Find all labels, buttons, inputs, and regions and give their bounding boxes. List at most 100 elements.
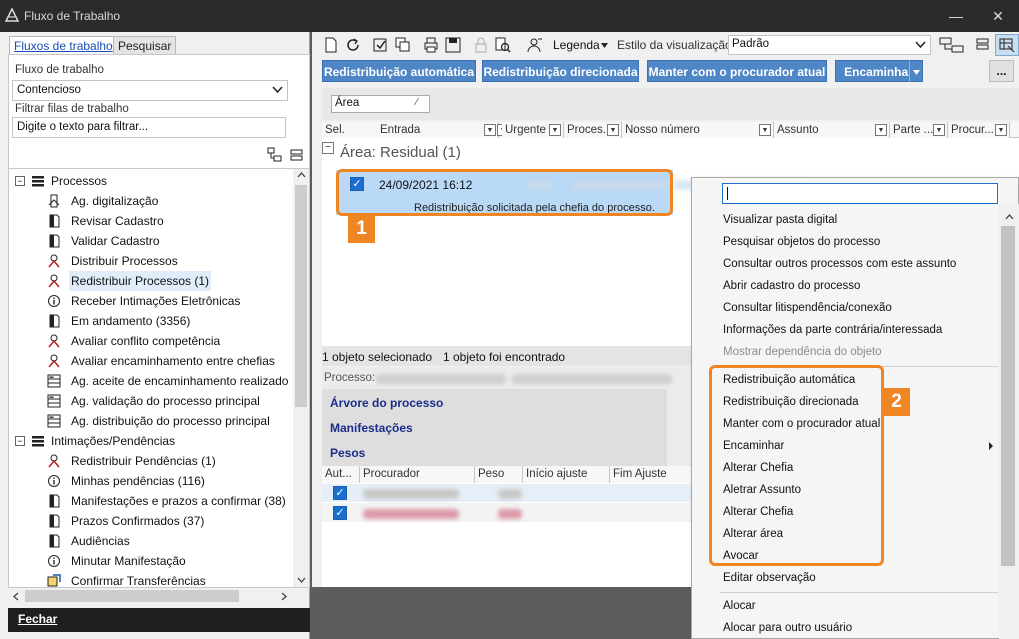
print-icon[interactable] <box>422 36 440 54</box>
column-header[interactable]: Entrada ▼ <box>377 122 499 138</box>
tree-hscroll-thumb[interactable] <box>25 590 239 602</box>
tree-item[interactable]: Redistribuir Processos (1) <box>9 271 293 291</box>
menu-scrollbar[interactable] <box>999 204 1019 639</box>
workflow-select[interactable]: Contencioso <box>12 80 288 101</box>
search-document-icon[interactable] <box>494 36 512 54</box>
document-icon <box>47 534 61 548</box>
tree-item-label: Revisar Cadastro <box>71 214 164 228</box>
tree-item[interactable]: − Intimações/Pendências <box>9 431 293 451</box>
tree-item[interactable]: Distribuir Processos <box>9 251 293 271</box>
column-filter-icon[interactable]: ▼ <box>484 124 496 136</box>
tree-item[interactable]: Ag. aceite de encaminhamento realizado <box>9 371 293 391</box>
collapse-tree-icon[interactable] <box>290 149 303 162</box>
auto-redistribution-button[interactable]: Redistribuição automática <box>322 60 476 82</box>
tree-item[interactable]: Em andamento (3356) <box>9 311 293 331</box>
check-list-icon[interactable] <box>372 36 390 54</box>
menu-item[interactable]: Editar observação <box>723 567 816 589</box>
tree-collapse-icon[interactable]: − <box>15 176 25 186</box>
close-button[interactable]: Fechar <box>8 608 310 632</box>
collapse-all-icon[interactable] <box>976 38 989 51</box>
column-filter-icon[interactable]: ▼ <box>995 124 1007 136</box>
directed-redistribution-button[interactable]: Redistribuição direcionada <box>482 60 639 82</box>
filter-input[interactable]: Digite o texto para filtrar... <box>12 117 286 138</box>
style-select[interactable]: Padrão <box>728 35 931 55</box>
tree-item[interactable]: Redistribuir Pendências (1) <box>9 451 293 471</box>
menu-item[interactable]: Alocar <box>723 595 756 617</box>
menu-item[interactable]: Alocar para outro usuário <box>723 617 852 639</box>
menu-item[interactable]: Pesquisar objetos do processo <box>723 231 880 253</box>
weights-column-header[interactable]: Peso <box>475 466 523 483</box>
scroll-up-icon[interactable] <box>1005 214 1014 220</box>
expand-tree-icon[interactable] <box>267 147 283 163</box>
tree-item[interactable]: Confirmar Transferências <box>9 571 293 587</box>
weights-link[interactable]: Pesos <box>330 446 365 460</box>
tree-item[interactable]: Validar Cadastro <box>9 231 293 251</box>
tree-item[interactable]: Ag. distribuição do processo principal <box>9 411 293 431</box>
tree-item[interactable]: Minutar Manifestação <box>9 551 293 571</box>
column-header[interactable]: Procur... ▼ <box>948 122 1010 138</box>
tree-item[interactable]: Minhas pendências (116) <box>9 471 293 491</box>
tab-pesquisar[interactable]: Pesquisar <box>113 36 177 54</box>
menu-item[interactable]: Visualizar pasta digital <box>723 209 837 231</box>
tab-fluxos[interactable]: Fluxos de trabalho <box>9 36 118 54</box>
column-header-label: Sel. <box>325 124 345 136</box>
tree-item[interactable]: Receber Intimações Eletrônicas <box>9 291 293 311</box>
weights-column-header[interactable]: Procurador <box>360 466 475 483</box>
forward-dropdown-button[interactable] <box>909 60 923 82</box>
group-chip[interactable]: Área ⁄ <box>331 95 430 113</box>
chevron-down-icon <box>272 86 283 94</box>
tree-item[interactable]: Audiências <box>9 531 293 551</box>
legend-dropdown[interactable]: Legenda <box>553 38 600 52</box>
column-filter-icon[interactable]: ▼ <box>607 124 619 136</box>
tree-item-label: Ag. aceite de encaminhamento realizado <box>71 374 289 388</box>
column-header[interactable]: Urgente ▼ <box>502 122 564 138</box>
column-filter-icon[interactable]: ▼ <box>759 124 771 136</box>
column-header[interactable]: Parte ... ▼ <box>890 122 948 138</box>
row-checkbox[interactable]: ✓ <box>333 506 347 520</box>
column-filter-icon[interactable]: ▼ <box>875 124 887 136</box>
process-tree-link[interactable]: Árvore do processo <box>330 396 443 410</box>
tree-item[interactable]: Ag. validação do processo principal <box>9 391 293 411</box>
column-filter-icon[interactable]: ▼ <box>933 124 945 136</box>
assign-user-icon[interactable] <box>526 36 544 54</box>
filter-grid-icon <box>999 38 1015 53</box>
column-header[interactable]: Sel. <box>322 122 378 138</box>
column-header[interactable]: Assunto ▼ <box>774 122 890 138</box>
copy-icon[interactable] <box>394 36 412 54</box>
tree-scroll-thumb[interactable] <box>295 185 307 407</box>
close-icon[interactable]: ✕ <box>988 6 1008 26</box>
refresh-icon[interactable] <box>344 36 362 54</box>
column-header[interactable]: Nosso número ▼ <box>622 122 774 138</box>
minimize-icon[interactable]: — <box>946 6 966 26</box>
group-collapse-icon[interactable]: − <box>322 142 334 154</box>
column-filter-icon[interactable]: ▼ <box>549 124 561 136</box>
tree-item[interactable]: − Processos <box>9 171 293 191</box>
row-checkbox[interactable]: ✓ <box>333 486 347 500</box>
tree-item[interactable]: Manifestações e prazos a confirmar (38) <box>9 491 293 511</box>
new-document-icon[interactable] <box>322 36 340 54</box>
menu-item[interactable]: Abrir cadastro do processo <box>723 275 860 297</box>
tree-hscrollbar[interactable] <box>9 588 293 604</box>
menu-item[interactable]: Informações da parte contrária/interessa… <box>723 319 942 341</box>
menu-scroll-thumb[interactable] <box>1001 226 1015 566</box>
more-button[interactable]: ... <box>989 60 1014 82</box>
column-header[interactable]: Proces... ▼ <box>564 122 622 138</box>
menu-item[interactable]: Consultar litispendência/conexão <box>723 297 892 319</box>
keep-attorney-button[interactable]: Manter com o procurador atual <box>647 60 827 82</box>
tree-item[interactable]: Avaliar encaminhamento entre chefias <box>9 351 293 371</box>
tree-item[interactable]: Ag. digitalização <box>9 191 293 211</box>
weights-column-header[interactable]: Início ajuste <box>523 466 610 483</box>
tree-scrollbar[interactable] <box>293 169 309 587</box>
tree-collapse-icon[interactable]: − <box>15 436 25 446</box>
tree-item[interactable]: Prazos Confirmados (37) <box>9 511 293 531</box>
menu-search-input[interactable] <box>722 183 998 204</box>
save-icon[interactable] <box>444 36 462 54</box>
manifestations-link[interactable]: Manifestações <box>330 421 413 435</box>
tree-item[interactable]: Avaliar conflito competência <box>9 331 293 351</box>
layout-icon[interactable] <box>939 37 965 53</box>
weights-column-header[interactable]: Aut... <box>322 466 360 483</box>
view-toggle-button[interactable] <box>995 34 1019 56</box>
menu-item[interactable]: Consultar outros processos com este assu… <box>723 253 956 275</box>
workflow-select-value: Contencioso <box>17 84 81 96</box>
tree-item[interactable]: Revisar Cadastro <box>9 211 293 231</box>
